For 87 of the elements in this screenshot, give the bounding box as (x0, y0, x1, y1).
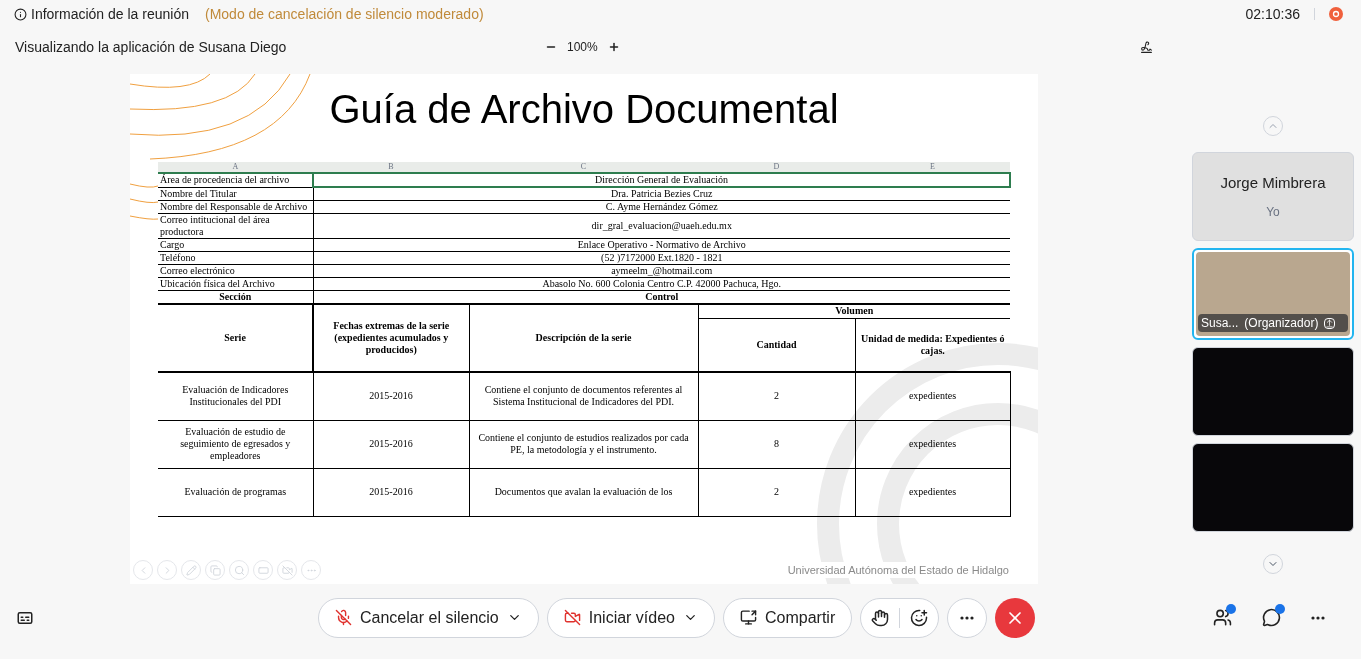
table-cell: 8 (774, 438, 779, 449)
more-icon (960, 615, 975, 620)
hand-icon (871, 608, 890, 627)
field-label: Nombre del Responsable de Archivo (160, 201, 308, 212)
table-cell: Contiene el conjunto de estudios realizados por cada PE, la metodología y el instrumento. (478, 432, 689, 455)
noise-mode-label: (Modo de cancelación de silencio moderado) (205, 4, 484, 24)
column-header: Unidad de medida: Expedientes ó cajas. (861, 332, 1005, 356)
sharing-icon (1324, 317, 1336, 329)
table-cell: expedientes (908, 438, 957, 449)
field-value: Dirección General de Evaluación (313, 173, 1010, 187)
video-off-icon (281, 564, 293, 576)
field-value: Abasolo No. 600 Colonia Centro C.P. 42000 Pachuca, Hgo. (313, 277, 1010, 291)
copy-icon (209, 564, 221, 576)
more-options-button[interactable] (1311, 615, 1325, 620)
mic-off-icon (335, 609, 352, 626)
table-cell: Contiene el conjunto de documentos referentes al Sistema Institucional de Indicadores del PDI. (484, 384, 683, 408)
column-letter: C (580, 162, 587, 171)
pen-icon (185, 564, 197, 576)
field-label: Cargo (160, 239, 185, 250)
info-icon (14, 7, 27, 21)
participant-tile[interactable] (1192, 443, 1354, 532)
field-label: Correo electrónico (160, 265, 235, 276)
table-cell: 2015-2016 (369, 438, 413, 449)
column-letter: D (773, 162, 780, 171)
field-value: Enlace Operativo - Normativo de Archivo (313, 238, 1010, 252)
field-value: dir_gral_evaluacion@uaeh.edu.mx (313, 213, 1010, 239)
zoom-in-button[interactable] (607, 41, 620, 53)
table-cell: Documentos que avalan la evaluación de los (494, 486, 673, 497)
status-icon (1329, 7, 1343, 21)
field-value: aymeelm_@hotmail.com (313, 264, 1010, 278)
field-value: C. Ayme Hernández Gómez (313, 200, 1010, 214)
signature-icon (1139, 40, 1153, 54)
table-cell: Evaluación de Indicadores Institucionales del PDI (182, 384, 289, 408)
start-video-button[interactable]: Iniciar vídeo (546, 597, 715, 638)
plus-icon (607, 41, 620, 53)
chat-bubble-icon (1262, 608, 1281, 627)
section-heading: Sección (219, 291, 252, 302)
participant-role: (Organizador) (1244, 315, 1319, 332)
column-header: Fechas extremas de la serie (expedientes acumulados y producidos) (333, 320, 450, 355)
field-label: Área de procedencia del archivo (160, 174, 290, 186)
slide-footer: Universidad Autónoma del Estado de Hidalgo (785, 561, 1011, 579)
column-letter: A (232, 162, 239, 171)
smiley-plus-icon (910, 608, 929, 627)
table-cell: 2015-2016 (369, 390, 413, 402)
table-cell: 2 (774, 390, 779, 402)
table-cell: Evaluación de programas (184, 486, 287, 497)
share-screen-icon (740, 609, 757, 626)
field-value: (52 )7172000 Ext.1820 - 1821 (313, 251, 1010, 265)
people-icon (1213, 608, 1232, 627)
subtitle-icon (257, 564, 269, 576)
reactions-button[interactable] (910, 608, 929, 627)
participant-tile[interactable] (1192, 347, 1354, 436)
sharing-label: Visualizando la aplicación de Susana Diego (15, 37, 288, 57)
participant-name: Jorge Mimbrera (1220, 173, 1326, 194)
video-off-icon (563, 609, 581, 626)
slide-title: Guía de Archivo Documental (329, 86, 839, 133)
zoom-level: 100% (567, 39, 598, 56)
field-label: Teléfono (160, 252, 196, 263)
participant-name: Susa... (1201, 315, 1239, 332)
section-heading: Control (645, 291, 679, 302)
participant-caption: Yo (1266, 203, 1280, 221)
column-header: Serie (224, 332, 246, 343)
column-header: Volumen (835, 305, 874, 317)
column-letter: E (930, 162, 935, 171)
participant-tile[interactable]: Jorge Mimbrera Yo (1192, 152, 1354, 241)
field-value: Dra. Patricia Bezies Cruz (313, 187, 1010, 201)
table-cell: 2015-2016 (369, 486, 413, 497)
field-label: Ubicación física del Archivo (160, 278, 275, 289)
raise-hand-button[interactable] (871, 608, 890, 627)
column-header: Descripción de la serie (535, 332, 632, 343)
share-button[interactable]: Compartir (723, 597, 853, 638)
leave-button[interactable] (995, 597, 1036, 638)
zoom-icon (233, 564, 245, 576)
meeting-info-button[interactable]: Información de la reunión (31, 3, 189, 25)
participant-tile[interactable]: Susa... (Organizador) (1192, 248, 1354, 340)
column-letter: B (388, 162, 394, 171)
unmute-button[interactable]: Cancelar el silencio (318, 597, 539, 638)
table-cell: Evaluación de estudio de seguimiento de egresados y empleadores (180, 426, 291, 461)
field-label: Correo intitucional del área productora (160, 214, 270, 237)
column-header: Cantidad (756, 338, 797, 350)
table-cell: 2 (774, 486, 779, 497)
field-label: Nombre del Titular (160, 187, 237, 199)
more-icon (1311, 615, 1325, 620)
table-cell: expedientes (908, 486, 957, 497)
table-cell: expedientes (908, 390, 957, 402)
annotate-button[interactable] (1139, 40, 1153, 54)
meeting-timer: 02:10:36 (1245, 4, 1300, 24)
